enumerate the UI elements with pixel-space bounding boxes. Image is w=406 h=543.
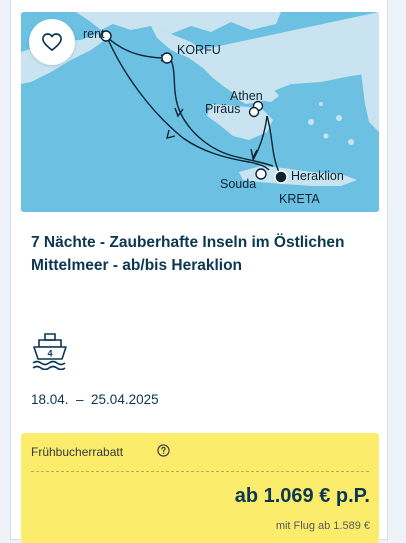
promo-label: Frühbucherrabatt: [31, 445, 124, 459]
region-label-kreta: KRETA: [279, 192, 320, 206]
offer-title[interactable]: 7 Nächte - Zauberhafte Inseln im Östlich…: [31, 231, 376, 277]
cruise-ship-icon: 4: [32, 332, 68, 371]
price-with-flight: mit Flug ab 1.589 €: [275, 520, 370, 532]
port-marker: [161, 52, 173, 64]
home-port-marker: [274, 170, 288, 184]
price: ab 1.069 € p.P.: [234, 485, 370, 507]
port-marker: [255, 168, 267, 180]
favorite-button[interactable]: [29, 19, 75, 65]
promo-divider: [31, 471, 369, 472]
port-label-athen: Athen: [230, 89, 263, 103]
port-label-souda: Souda: [220, 177, 256, 191]
offer-card[interactable]: rent KORFU Athen Piräus Souda Heraklion …: [10, 0, 388, 543]
promo-box[interactable]: Frühbucherrabatt ab 1.069 € p.P. mit Flu…: [21, 433, 379, 543]
port-label-piraeus: Piräus: [205, 102, 240, 116]
port-label-bari: rent: [83, 27, 105, 41]
travel-dates: 18.04. – 25.04.2025: [31, 392, 159, 407]
port-marker: [248, 106, 260, 118]
port-label-heraklion: Heraklion: [291, 169, 344, 183]
ship-badge: 4: [47, 349, 52, 359]
heart-icon: [42, 33, 62, 51]
route-map[interactable]: rent KORFU Athen Piräus Souda Heraklion …: [21, 12, 379, 212]
question-circle-icon[interactable]: [157, 444, 170, 457]
port-label-korfu: KORFU: [177, 43, 221, 57]
